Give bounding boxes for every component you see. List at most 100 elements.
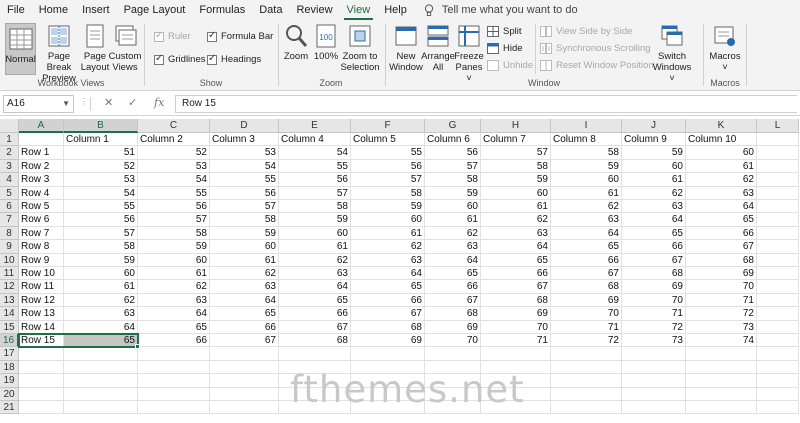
cell-d4[interactable]: 55 (210, 173, 279, 187)
cell-f7[interactable]: 60 (351, 213, 425, 227)
tab-review[interactable]: Review (289, 0, 339, 20)
cell-e17[interactable] (279, 347, 351, 361)
tab-insert[interactable]: Insert (75, 0, 117, 20)
cell-f13[interactable]: 66 (351, 293, 425, 308)
column-header-d[interactable]: D (210, 119, 279, 133)
cell-c19[interactable] (138, 374, 210, 388)
cell-j14[interactable]: 71 (622, 307, 686, 321)
cell-g15[interactable]: 69 (425, 320, 481, 334)
cell-f2[interactable]: 55 (351, 146, 425, 160)
cell-h12[interactable]: 67 (481, 280, 551, 294)
cell-f6[interactable]: 59 (351, 200, 425, 214)
cell-j4[interactable]: 61 (622, 173, 686, 187)
cell-g4[interactable]: 58 (425, 173, 481, 187)
tab-formulas[interactable]: Formulas (192, 0, 252, 20)
cell-k18[interactable] (686, 360, 757, 375)
cell-a8[interactable]: Row 7 (19, 226, 64, 241)
cell-i4[interactable]: 60 (551, 173, 622, 187)
cell-b5[interactable]: 54 (64, 186, 138, 200)
cell-b8[interactable]: 57 (64, 226, 138, 241)
cell-a4[interactable]: Row 3 (19, 173, 64, 187)
column-header-c[interactable]: C (138, 119, 210, 133)
cell-f11[interactable]: 64 (351, 267, 425, 281)
cell-g14[interactable]: 68 (425, 307, 481, 321)
cell-k7[interactable]: 65 (686, 213, 757, 227)
cell-a9[interactable]: Row 8 (19, 240, 64, 254)
cell-h10[interactable]: 65 (481, 253, 551, 267)
cell-j6[interactable]: 63 (622, 200, 686, 214)
ruler-checkbox[interactable]: Ruler (154, 30, 191, 42)
cell-h2[interactable]: 57 (481, 146, 551, 160)
cell-g5[interactable]: 59 (425, 186, 481, 200)
cell-e14[interactable]: 66 (279, 307, 351, 321)
cell-l1[interactable] (757, 133, 799, 147)
cell-l11[interactable] (757, 267, 799, 281)
row-header-4[interactable]: 4 (0, 173, 19, 187)
cell-a16[interactable]: Row 15 (19, 334, 64, 348)
cell-e7[interactable]: 59 (279, 213, 351, 227)
cell-h15[interactable]: 70 (481, 320, 551, 334)
cell-h14[interactable]: 69 (481, 307, 551, 321)
freeze-panes-button[interactable]: Freeze Panes ˅ (453, 23, 485, 84)
cell-g11[interactable]: 65 (425, 267, 481, 281)
cell-e6[interactable]: 58 (279, 200, 351, 214)
cell-i9[interactable]: 65 (551, 240, 622, 254)
cell-d15[interactable]: 66 (210, 320, 279, 334)
row-header-2[interactable]: 2 (0, 146, 19, 160)
row-header-6[interactable]: 6 (0, 200, 19, 214)
cell-d14[interactable]: 65 (210, 307, 279, 321)
zoom-100-button[interactable]: 100 100% (312, 23, 340, 62)
column-header-g[interactable]: G (425, 119, 481, 133)
row-header-12[interactable]: 12 (0, 280, 19, 294)
cell-h5[interactable]: 60 (481, 186, 551, 200)
cell-d17[interactable] (210, 347, 279, 361)
gridlines-checkbox[interactable]: Gridlines (154, 53, 206, 65)
chevron-down-icon[interactable]: ▼ (62, 96, 70, 112)
cell-e12[interactable]: 64 (279, 280, 351, 294)
cell-b7[interactable]: 56 (64, 213, 138, 227)
cell-e10[interactable]: 62 (279, 253, 351, 267)
cell-h17[interactable] (481, 347, 551, 361)
tell-me-search[interactable]: Tell me what you want to do (424, 3, 578, 17)
unhide-button[interactable]: Unhide (487, 60, 533, 71)
cell-b14[interactable]: 63 (64, 307, 138, 321)
row-header-11[interactable]: 11 (0, 267, 19, 281)
cell-h6[interactable]: 61 (481, 200, 551, 214)
new-window-button[interactable]: New Window (389, 23, 423, 73)
insert-function-icon[interactable]: fx (154, 96, 164, 109)
page-layout-view-button[interactable]: Page Layout (81, 23, 109, 73)
cell-d3[interactable]: 54 (210, 159, 279, 174)
cell-b17[interactable] (64, 347, 138, 361)
cell-f15[interactable]: 68 (351, 320, 425, 334)
cell-h13[interactable]: 68 (481, 293, 551, 308)
cell-j5[interactable]: 62 (622, 186, 686, 200)
cell-l17[interactable] (757, 347, 799, 361)
cell-j15[interactable]: 72 (622, 320, 686, 334)
cell-j9[interactable]: 66 (622, 240, 686, 254)
cell-d20[interactable] (210, 387, 279, 401)
cell-c12[interactable]: 62 (138, 280, 210, 294)
cell-i21[interactable] (551, 401, 622, 415)
cell-l6[interactable] (757, 200, 799, 214)
cell-h3[interactable]: 58 (481, 159, 551, 174)
cell-l5[interactable] (757, 186, 799, 200)
cell-a19[interactable] (19, 374, 64, 388)
cell-l14[interactable] (757, 307, 799, 321)
cell-d10[interactable]: 61 (210, 253, 279, 267)
cell-c1[interactable]: Column 2 (138, 133, 210, 147)
cell-b4[interactable]: 53 (64, 173, 138, 187)
normal-view-button[interactable]: Normal (5, 23, 36, 75)
zoom-to-selection-button[interactable]: Zoom to Selection (340, 23, 380, 73)
cell-h7[interactable]: 62 (481, 213, 551, 227)
cell-k8[interactable]: 66 (686, 226, 757, 241)
cell-l4[interactable] (757, 173, 799, 187)
tab-page-layout[interactable]: Page Layout (117, 0, 193, 20)
cell-h8[interactable]: 63 (481, 226, 551, 241)
cell-i14[interactable]: 70 (551, 307, 622, 321)
cell-d2[interactable]: 53 (210, 146, 279, 160)
cell-f17[interactable] (351, 347, 425, 361)
cell-d8[interactable]: 59 (210, 226, 279, 241)
cell-b21[interactable] (64, 401, 138, 415)
row-header-9[interactable]: 9 (0, 240, 19, 254)
cell-l19[interactable] (757, 374, 799, 388)
